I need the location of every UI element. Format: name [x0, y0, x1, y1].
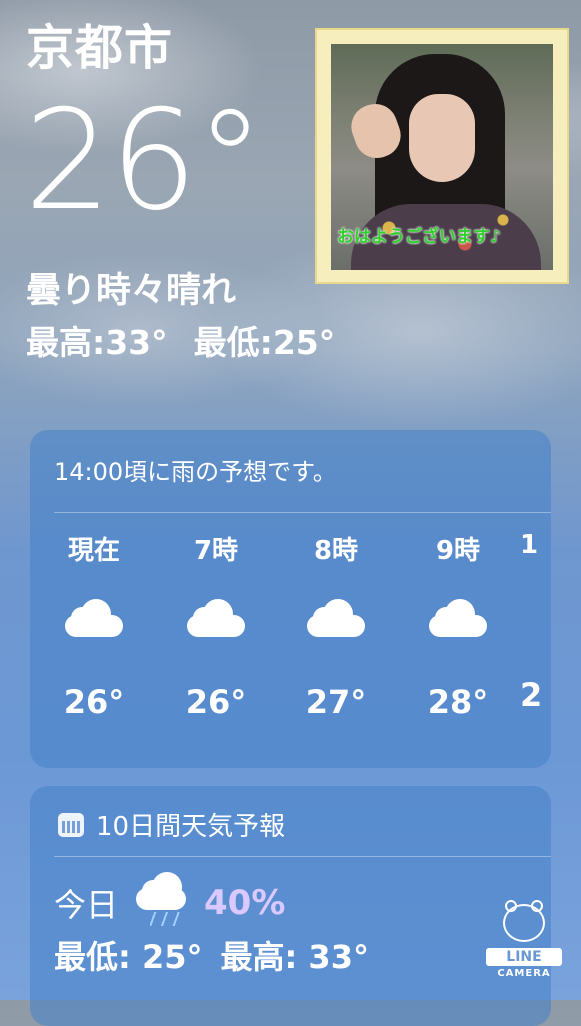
hour-label: 8時	[313, 536, 359, 566]
hour-temp: 27°	[305, 683, 367, 721]
daily-forecast-card[interactable]: 10日間天気予報 今日 40% 最低: 25° 最高: 33°	[30, 786, 551, 1026]
hour-temp: 28°	[427, 683, 489, 721]
daily-header: 10日間天気予報	[58, 806, 285, 843]
day-low: 最低: 25°	[54, 938, 203, 976]
rain-notice: 14:00頃に雨の予想です。	[54, 458, 337, 486]
hour-item: 8時 27°	[276, 530, 396, 721]
cloud-icon	[307, 597, 365, 637]
photo-image: おはようございます♪	[331, 44, 553, 270]
line-label: LINE	[486, 948, 562, 966]
daily-title: 10日間天気予報	[96, 812, 286, 842]
cloud-icon	[429, 597, 487, 637]
hour-item: 現在 26°	[34, 530, 154, 721]
hour-temp: 26°	[185, 683, 247, 721]
hour-label: 1	[520, 530, 539, 560]
line-camera-watermark: LINE CAMERA	[486, 900, 562, 988]
hour-item: 7時 26°	[156, 530, 276, 721]
weather-condition: 曇り時々晴れ	[26, 271, 237, 311]
precip-chance: 40%	[204, 883, 286, 923]
day-label: 今日	[54, 886, 119, 924]
low-temp: 最低:25°	[193, 323, 336, 362]
hour-item: 1 2	[520, 530, 551, 714]
high-temp: 最高:33°	[26, 323, 168, 362]
hour-temp: 2	[520, 676, 543, 714]
photo-caption: おはようございます♪	[337, 227, 501, 247]
hour-label: 9時	[435, 536, 481, 566]
cloud-icon	[520, 590, 551, 630]
current-temperature: 26°	[24, 80, 265, 241]
hour-label: 7時	[193, 536, 239, 566]
day-low-high: 最低: 25° 最高: 33°	[54, 932, 369, 978]
hour-label: 現在	[67, 536, 120, 566]
high-low: 最高:33° 最低:25°	[26, 316, 335, 364]
cloud-icon	[65, 597, 123, 637]
hour-temp: 26°	[63, 683, 125, 721]
bear-icon	[503, 900, 545, 942]
cloud-icon	[187, 597, 245, 637]
photo-sticker: おはようございます♪	[315, 28, 569, 284]
rain-cloud-icon	[136, 872, 188, 928]
day-row[interactable]: 今日 40%	[54, 872, 286, 928]
camera-label: CAMERA	[497, 968, 551, 979]
hour-item: 9時 28°	[398, 530, 518, 721]
day-high: 最高: 33°	[220, 938, 369, 976]
divider	[54, 512, 551, 513]
calendar-icon	[58, 812, 84, 837]
city-name: 京都市	[26, 20, 174, 76]
hourly-forecast-card[interactable]: 14:00頃に雨の予想です。 現在 26° 7時 26° 8時 27° 9時 2…	[30, 430, 551, 768]
divider	[54, 856, 551, 857]
